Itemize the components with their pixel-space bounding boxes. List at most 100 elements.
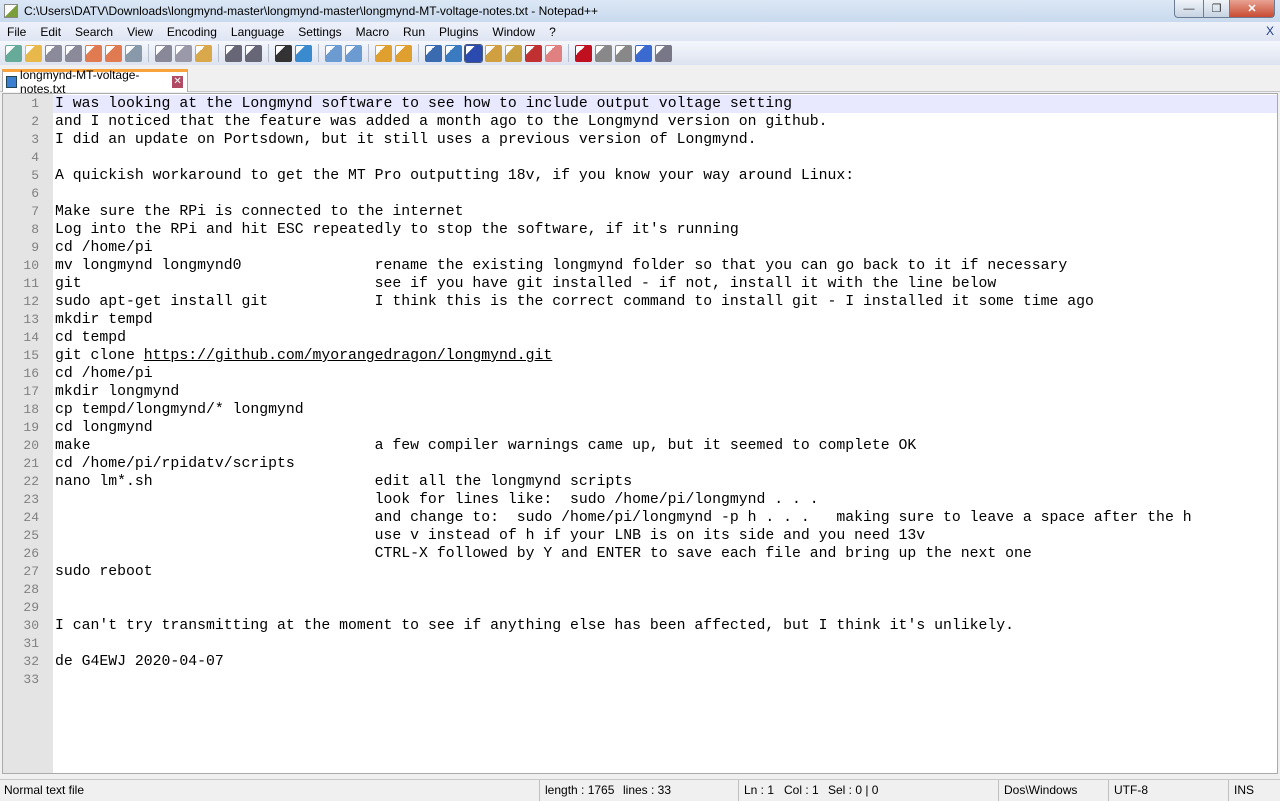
user-defined-language-icon[interactable] [485,44,502,62]
tab-close-icon[interactable]: ✕ [172,76,183,88]
editor-line[interactable]: 30 I can't try transmitting at the moment… [3,617,1277,635]
record-macro-icon[interactable] [575,44,592,62]
editor-line[interactable]: 1I was looking at the Longmynd software … [3,95,1277,113]
save-macro-icon[interactable] [655,44,672,62]
menu-macro[interactable]: Macro [349,25,396,39]
folder-workspace-icon[interactable] [545,44,562,62]
playback-macro-icon[interactable] [615,44,632,62]
tab-longmynd-notes[interactable]: longmynd-MT-voltage-notes.txt ✕ [2,68,188,96]
document-map-icon[interactable] [505,44,522,62]
editor-line[interactable]: 26 CTRL-X followed by Y and ENTER to save… [3,545,1277,563]
menu-settings[interactable]: Settings [291,25,348,39]
editor-line[interactable]: 13 mkdir tempd [3,311,1277,329]
menu-search[interactable]: Search [68,25,120,39]
editor-line[interactable]: 4 [3,149,1277,167]
line-text: I can't try transmitting at the moment t… [53,617,1014,635]
toolbar-separator [368,44,369,62]
text-editor[interactable]: 1I was looking at the Longmynd software … [2,93,1278,774]
undo-icon[interactable] [225,44,242,62]
editor-line[interactable]: 29 [3,599,1277,617]
line-text: mkdir tempd [53,311,153,329]
paste-icon[interactable] [195,44,212,62]
code-text: cd /home/pi [55,240,153,256]
menu-help[interactable]: ? [542,25,563,39]
menu-window[interactable]: Window [485,25,542,39]
line-number: 19 [3,419,53,437]
menu-plugins[interactable]: Plugins [432,25,485,39]
find-icon[interactable] [275,44,292,62]
close-button[interactable]: ✕ [1229,0,1275,18]
print-icon[interactable] [125,44,142,62]
function-list-icon[interactable] [525,44,542,62]
status-eol[interactable]: Dos\Windows [1004,783,1077,797]
menu-edit[interactable]: Edit [33,25,68,39]
save-all-icon[interactable] [65,44,82,62]
editor-line[interactable]: 22 nano lm*.sh edit all the longmynd scrip… [3,473,1277,491]
word-wrap-icon[interactable] [425,44,442,62]
cut-icon[interactable] [155,44,172,62]
run-macro-multiple-icon[interactable] [635,44,652,62]
menu-run[interactable]: Run [396,25,432,39]
new-file-icon[interactable] [5,44,22,62]
line-text [53,635,55,653]
code-text: cp tempd/longmynd/* longmynd [55,402,304,418]
replace-icon[interactable] [295,44,312,62]
editor-line[interactable]: 3I did an update on Portsdown, but it st… [3,131,1277,149]
menu-language[interactable]: Language [224,25,291,39]
editor-line[interactable]: 7 Make sure the RPi is connected to the i… [3,203,1277,221]
restore-button[interactable]: ❐ [1203,0,1230,18]
editor-line[interactable]: 16 cd /home/pi [3,365,1277,383]
editor-line[interactable]: 21 cd /home/pi/rpidatv/scripts [3,455,1277,473]
editor-line[interactable]: 25 use v instead of h if your LNB is on i… [3,527,1277,545]
editor-line[interactable]: 2 and I noticed that the feature was adde… [3,113,1277,131]
open-file-icon[interactable] [25,44,42,62]
editor-line[interactable]: 32 de G4EWJ 2020-04-07 [3,653,1277,671]
menu-file[interactable]: File [0,25,33,39]
editor-line[interactable]: 11 git see if you have git installed - if … [3,275,1277,293]
copy-icon[interactable] [175,44,192,62]
zoom-in-icon[interactable] [325,44,342,62]
editor-line[interactable]: 8 Log into the RPi and hit ESC repeatedly… [3,221,1277,239]
redo-icon[interactable] [245,44,262,62]
stop-recording-icon[interactable] [595,44,612,62]
editor-line[interactable]: 33 [3,671,1277,689]
url-link[interactable]: https://github.com/myorangedragon/longmy… [144,348,552,364]
editor-line[interactable]: 24 and change to: sudo /home/pi/longmynd … [3,509,1277,527]
editor-line[interactable]: 27 sudo reboot [3,563,1277,581]
editor-line[interactable]: 5A quickish workaround to get the MT Pro… [3,167,1277,185]
sync-vertical-icon[interactable] [375,44,392,62]
indent-guide-icon[interactable] [464,43,483,63]
editor-line[interactable]: 6 [3,185,1277,203]
editor-line[interactable]: 17 mkdir longmynd [3,383,1277,401]
menu-view[interactable]: View [120,25,160,39]
close-icon[interactable] [85,44,102,62]
line-comment: use v instead of h if your LNB is on its… [374,528,926,544]
sync-horizontal-icon[interactable] [395,44,412,62]
code-text: sudo reboot [55,564,153,580]
zoom-out-icon[interactable] [345,44,362,62]
save-icon[interactable] [45,44,62,62]
editor-line[interactable]: 12 sudo apt-get install git I think this i… [3,293,1277,311]
code-column: mv longmynd longmynd0 [55,258,242,274]
editor-line[interactable]: 28 [3,581,1277,599]
editor-line[interactable]: 15 git clone https://github.com/myoranged… [3,347,1277,365]
show-all-characters-icon[interactable] [445,44,462,62]
toolbar-separator [148,44,149,62]
close-document-button[interactable]: X [1266,24,1274,38]
status-encoding[interactable]: UTF-8 [1114,783,1148,797]
editor-line[interactable]: 31 [3,635,1277,653]
line-text [53,149,55,167]
editor-line[interactable]: 14 cd tempd [3,329,1277,347]
editor-line[interactable]: 19 cd longmynd [3,419,1277,437]
line-text: cd /home/pi/rpidatv/scripts [53,455,295,473]
minimize-button[interactable]: — [1174,0,1204,18]
editor-line[interactable]: 20 make a few compiler warnings came up, b… [3,437,1277,455]
close-all-icon[interactable] [105,44,122,62]
editor-line[interactable]: 10 mv longmynd longmynd0 rename the existi… [3,257,1277,275]
editor-line[interactable]: 9 cd /home/pi [3,239,1277,257]
editor-line[interactable]: 23 look for lines like: sudo /home/pi/lon… [3,491,1277,509]
code-column: nano lm*.sh [55,474,153,490]
menu-encoding[interactable]: Encoding [160,25,224,39]
line-number: 9 [3,239,53,257]
editor-line[interactable]: 18 cp tempd/longmynd/* longmynd [3,401,1277,419]
